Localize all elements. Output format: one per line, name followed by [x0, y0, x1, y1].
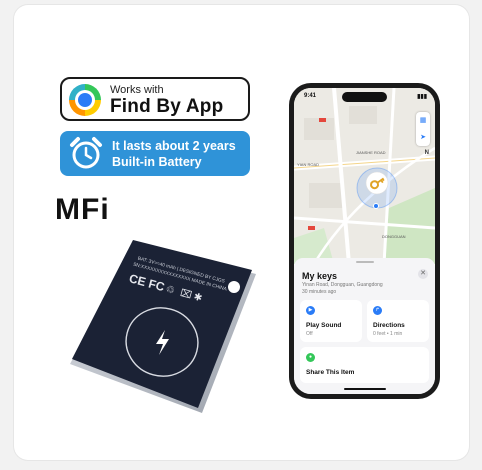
compass-indicator: N [424, 150, 429, 156]
find-by-app-text: Find By App [110, 96, 224, 117]
keyring-hole [228, 281, 240, 293]
directions-icon: ↱ [373, 306, 382, 315]
map-controls: ▦ ➤ [416, 112, 430, 146]
share-item-label: Share This Item [306, 369, 355, 376]
map-mode-icon[interactable]: ▦ [416, 112, 430, 129]
built-in-battery-text: Built-in Battery [112, 155, 202, 169]
status-bar: 9:41 ▮▮▮ [304, 93, 427, 101]
directions-label: Directions [373, 322, 405, 329]
works-with-badge: Works with Find By App [60, 77, 250, 121]
directions-button[interactable]: ↱ Directions 0 feet • 1 min [367, 300, 429, 342]
phone-mockup: JIANSHE ROAD YIAN ROAD DONGGUAN 9:41 ▮▮▮… [289, 83, 440, 399]
phone-screen: JIANSHE ROAD YIAN ROAD DONGGUAN 9:41 ▮▮▮… [294, 88, 435, 394]
tracker-card: BAT: 3V==40 mAh | DESIGNED BY CJGS SN:XX… [70, 240, 260, 415]
status-time: 9:41 [304, 93, 317, 99]
map-view[interactable]: JIANSHE ROAD YIAN ROAD DONGGUAN [294, 88, 435, 265]
map-road-label-b: YIAN ROAD [297, 162, 319, 167]
share-item-button[interactable]: ● Share This Item [300, 347, 429, 383]
battery-badge: It lasts about 2 years Built-in Battery [60, 131, 250, 176]
item-detail-sheet: My keys Yinan Road, Dongguan, Guangdong … [294, 258, 435, 394]
mfi-label: MFi [55, 193, 110, 226]
directions-distance: 0 feet • 1 min [373, 331, 403, 337]
item-address: Yinan Road, Dongguan, Guangdong [302, 282, 383, 288]
play-sound-label: Play Sound [306, 322, 342, 329]
play-sound-button[interactable]: ▶ Play Sound Off [300, 300, 362, 342]
find-app-icon [69, 84, 101, 116]
home-indicator [344, 388, 386, 390]
sheet-grabber[interactable] [356, 261, 374, 263]
battery-life-text: It lasts about 2 years [112, 139, 236, 153]
map-road-label-c: DONGGUAN [382, 234, 406, 239]
battery-status-icon: ▮▮▮ [417, 94, 427, 100]
play-icon: ▶ [306, 306, 315, 315]
share-people-icon: ● [306, 353, 315, 362]
map-road-label-a: JIANSHE ROAD [356, 150, 386, 155]
locate-icon[interactable]: ➤ [416, 129, 430, 146]
item-time: 30 minutes ago [302, 289, 337, 295]
play-sound-status: Off [306, 331, 313, 337]
item-title: My keys [302, 271, 338, 281]
works-with-text: Works with [110, 84, 164, 96]
alarm-clock-icon [70, 137, 102, 169]
close-icon[interactable]: ✕ [418, 269, 428, 279]
